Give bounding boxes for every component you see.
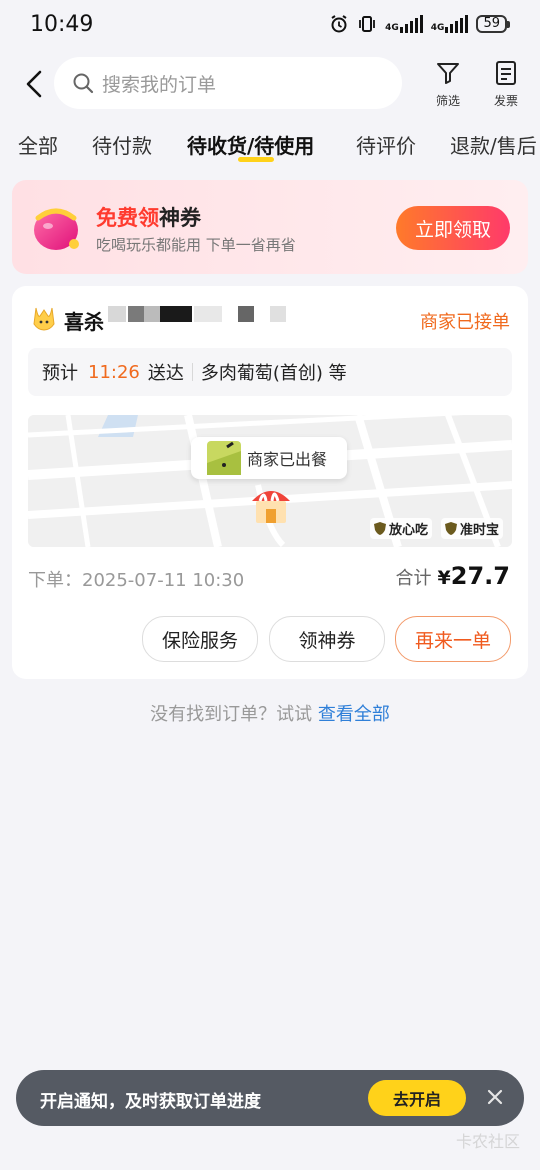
back-button[interactable] xyxy=(18,64,54,104)
battery-icon: 59 xyxy=(476,15,510,33)
total-amount: 27.7 xyxy=(450,562,510,590)
delivery-map[interactable]: 商家已出餐 放心吃 准时宝 xyxy=(28,415,512,547)
divider xyxy=(191,363,193,381)
coupon-subtitle: 吃喝玩乐都能用 下单一省再省 xyxy=(96,236,296,254)
close-icon xyxy=(487,1089,503,1105)
coupon-gift-icon xyxy=(34,208,79,250)
shop-name: 喜杀 xyxy=(64,310,104,334)
not-found-text: 没有找到订单？试试 xyxy=(150,704,313,725)
alarm-icon xyxy=(331,15,347,33)
order-items: 多肉葡萄(首创) 等 xyxy=(200,363,347,384)
status-time: 10:49 xyxy=(30,12,94,37)
notification-toast: 开启通知，及时获取订单进度 去开启 xyxy=(16,1070,524,1126)
status-bar: 10:49 4G 4G 59 xyxy=(0,0,540,52)
total-label: 合计 xyxy=(395,568,432,589)
tab-refund[interactable]: 退款/售后 xyxy=(450,130,537,159)
filter-icon xyxy=(437,63,459,84)
shield-icon xyxy=(445,522,457,535)
coupon-title-highlight: 免费领 xyxy=(96,206,159,230)
map-status-bubble: 商家已出餐 xyxy=(191,437,347,479)
guarantee-badge-ontime: 准时宝 xyxy=(441,518,504,539)
guarantee-label-safe: 放心吃 xyxy=(389,523,429,538)
search-icon xyxy=(73,73,94,94)
eta-time: 11:26 xyxy=(88,361,140,383)
currency-symbol: ¥ xyxy=(437,567,451,589)
invoice-icon xyxy=(496,61,516,85)
map-status-label: 商家已出餐 xyxy=(247,450,328,469)
map-background xyxy=(28,415,512,547)
search-placeholder: 搜索我的订单 xyxy=(102,73,217,96)
shield-icon xyxy=(374,522,386,535)
chevron-left-icon xyxy=(26,70,42,98)
coupon-title: 免费领神券 xyxy=(96,202,201,232)
signal-1-icon: 4G xyxy=(385,15,423,33)
signal-2-icon: 4G xyxy=(431,15,469,33)
tab-pending-payment[interactable]: 待付款 xyxy=(92,130,152,159)
eta-prefix: 预计 xyxy=(42,363,78,384)
battery-level: 59 xyxy=(476,15,507,33)
search-input[interactable]: 搜索我的订单 xyxy=(54,57,402,109)
filter-label: 筛选 xyxy=(435,94,460,108)
guarantee-badge-safe: 放心吃 xyxy=(370,518,433,539)
order-status: 商家已接单 xyxy=(420,312,510,333)
shop-logo-icon xyxy=(33,307,55,331)
invoice-button[interactable]: 发票 xyxy=(482,60,530,109)
vibrate-icon xyxy=(359,16,376,32)
invoice-label: 发票 xyxy=(493,94,518,108)
tab-pending-receipt[interactable]: 待收货/待使用 xyxy=(187,130,314,159)
coupon-banner[interactable]: 免费领神券 吃喝玩乐都能用 下单一省再省 立即领取 xyxy=(12,180,528,274)
eta-suffix: 送达 xyxy=(147,363,184,384)
reorder-button[interactable]: 再来一单 xyxy=(395,616,511,662)
food-thumbnail-icon xyxy=(207,441,241,475)
enable-notification-button[interactable]: 去开启 xyxy=(368,1080,466,1116)
status-icons: 4G 4G 59 xyxy=(329,14,510,34)
order-card[interactable]: 喜杀 商家已接单 预计 11:26 送达 多肉葡萄(首创) 等 商家已出餐 放心… xyxy=(12,286,528,679)
network-type-2: 4G xyxy=(430,23,445,33)
view-all-link[interactable]: 查看全部 xyxy=(318,704,390,725)
claim-coupon-button[interactable]: 立即领取 xyxy=(396,206,510,250)
delivery-info-bar[interactable]: 预计 11:26 送达 多肉葡萄(首创) 等 xyxy=(28,348,512,396)
filter-button[interactable]: 筛选 xyxy=(424,60,472,109)
watermark: 卡农社区 xyxy=(455,1132,520,1151)
order-total: 合计 ¥ 27.7 xyxy=(396,562,510,590)
notification-text: 开启通知，及时获取订单进度 xyxy=(40,1092,261,1112)
insurance-button[interactable]: 保险服务 xyxy=(142,616,258,662)
coupon-title-rest: 神券 xyxy=(159,206,201,230)
active-tab-indicator xyxy=(238,157,274,162)
tab-all[interactable]: 全部 xyxy=(18,130,58,159)
guarantee-label-ontime: 准时宝 xyxy=(460,523,500,538)
order-time: 下单：2025-07-11 10:30 xyxy=(28,570,245,591)
not-found-hint: 没有找到订单？试试 查看全部 xyxy=(0,700,540,726)
close-toast-button[interactable] xyxy=(480,1082,510,1112)
tab-pending-review[interactable]: 待评价 xyxy=(356,130,416,159)
get-coupon-button[interactable]: 领神券 xyxy=(269,616,385,662)
network-type-1: 4G xyxy=(385,23,399,33)
redacted-shop-name xyxy=(108,306,286,322)
shop-location-icon xyxy=(252,491,290,523)
